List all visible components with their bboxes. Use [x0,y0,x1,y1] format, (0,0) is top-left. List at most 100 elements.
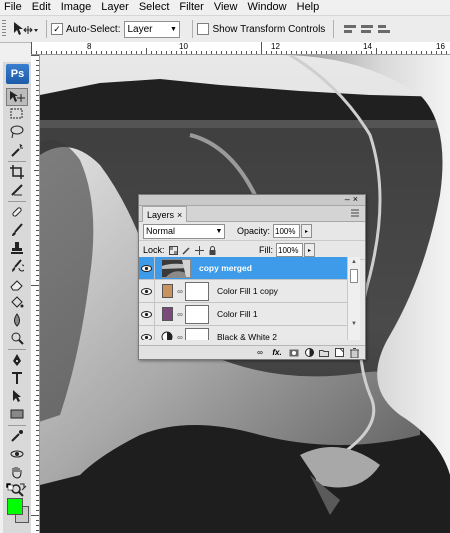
mask-link-icon[interactable]: ∞ [175,333,185,341]
menu-view[interactable]: View [209,0,243,15]
trash-icon[interactable] [349,347,359,358]
lock-transparent-icon[interactable] [168,245,178,255]
visibility-eye-icon[interactable] [139,280,155,302]
layer-mask-thumbnail[interactable] [185,327,209,340]
color-fill-swatch[interactable] [161,284,173,298]
color-fill-swatch[interactable] [161,307,173,321]
adjustment-layer-icon[interactable] [304,348,314,358]
ruler-tick [36,395,39,396]
scroll-thumb[interactable] [350,269,358,283]
eraser-tool[interactable] [7,276,27,292]
lock-all-icon[interactable] [208,245,217,255]
tool-preset-picker[interactable] [12,21,42,37]
ruler-tick [256,51,257,54]
pen-tool[interactable] [7,352,27,368]
3d-rotate-tool[interactable] [7,446,27,462]
fill-input[interactable]: 100% [276,243,303,257]
ruler-left[interactable] [31,55,40,533]
blend-mode-dropdown[interactable]: Normal ▼ [143,223,225,239]
menu-file[interactable]: File [0,0,27,15]
stamp-icon [11,242,23,254]
lock-position-icon[interactable] [194,245,204,255]
menu-help[interactable]: Help [292,0,325,15]
link-layers-icon[interactable]: ∞ [255,348,265,358]
adjustment-icon[interactable] [159,329,175,340]
shape-tool[interactable] [7,406,27,422]
path-selection-tool[interactable] [7,388,27,404]
tab-layers[interactable]: Layers × [142,206,188,222]
ruler-tick [356,51,357,54]
move-tool[interactable] [6,88,28,106]
marquee-tool[interactable] [7,106,27,122]
visibility-eye-icon[interactable] [139,303,155,325]
brush-tool[interactable] [7,222,27,238]
menu-window[interactable]: Window [243,0,292,15]
foreground-color-swatch[interactable] [7,498,23,515]
panel-menu-icon[interactable] [349,207,361,219]
mask-link-icon[interactable]: ∞ [175,310,185,319]
layer-row[interactable]: copy merged [139,257,347,280]
dodge-tool[interactable] [7,330,27,346]
path-select-icon [13,390,21,402]
group-icon[interactable] [319,348,329,358]
ruler-tick [36,435,39,436]
visibility-eye-icon[interactable] [139,257,155,279]
layers-panel-titlebar[interactable]: –× [139,194,365,206]
hand-tool[interactable] [7,464,27,480]
paint-bucket-tool[interactable] [7,294,27,310]
scroll-down-icon[interactable]: ▼ [348,319,360,329]
ps-logo: Ps [6,64,29,84]
ruler-tick [36,490,39,491]
layer-mask-thumbnail[interactable] [185,281,209,301]
layers-scrollbar[interactable]: ▲ ▼ [347,257,360,340]
ruler-label: 16 [436,42,445,51]
options-grip[interactable] [2,20,6,38]
close-icon[interactable]: × [177,210,182,220]
align-bottom-icon[interactable] [378,22,392,36]
scroll-up-icon[interactable]: ▲ [348,257,360,267]
menu-layer[interactable]: Layer [96,0,134,15]
ruler-tick [61,51,62,54]
menu-filter[interactable]: Filter [174,0,208,15]
magic-wand-tool[interactable] [7,142,27,158]
clone-stamp-tool[interactable] [7,240,27,256]
layer-row[interactable]: ∞ Color Fill 1 [139,303,347,326]
toolbox-separator [8,161,26,162]
ruler-tick [36,305,39,306]
healing-brush-tool[interactable] [7,204,27,220]
align-vcenter-icon[interactable] [361,22,375,36]
opacity-input[interactable]: 100% [273,224,301,238]
fill-slider-button[interactable]: ▸ [304,243,315,257]
history-brush-tool[interactable] [7,258,27,274]
layers-list: copy merged ∞ Color Fill 1 copy ∞ Color … [139,257,347,340]
auto-select-checkbox[interactable]: ✓ [51,23,63,35]
ruler-top[interactable]: 8 10 12 14 16 [31,42,450,55]
crop-tool[interactable] [7,164,27,180]
close-icon[interactable]: × [353,194,361,204]
blur-tool[interactable] [7,312,27,328]
slice-tool[interactable] [7,182,27,198]
crop-icon [10,165,24,179]
opacity-slider-button[interactable]: ▸ [301,224,313,238]
lock-pixels-icon[interactable] [181,246,191,255]
menu-select[interactable]: Select [134,0,175,15]
ruler-tick [386,51,387,54]
layer-mask-thumbnail[interactable] [185,304,209,324]
layer-row[interactable]: ∞ Color Fill 1 copy [139,280,347,303]
auto-select-target-dropdown[interactable]: Layer ▼ [124,20,181,38]
eyedropper-tool[interactable] [7,428,27,444]
new-layer-icon[interactable] [334,348,344,358]
align-top-icon[interactable] [344,22,358,36]
show-transform-checkbox[interactable] [197,23,210,35]
lasso-tool[interactable] [7,124,27,140]
ruler-tick [36,455,39,456]
menu-edit[interactable]: Edit [27,0,56,15]
menu-image[interactable]: Image [56,0,97,15]
minimize-icon[interactable]: – [345,194,353,204]
type-tool[interactable] [7,370,27,386]
fx-icon[interactable]: fx. [270,348,284,358]
add-mask-icon[interactable] [289,348,299,358]
mask-link-icon[interactable]: ∞ [175,287,185,296]
visibility-eye-icon[interactable] [139,326,155,340]
layer-row[interactable]: ∞ Black & White 2 [139,326,347,340]
